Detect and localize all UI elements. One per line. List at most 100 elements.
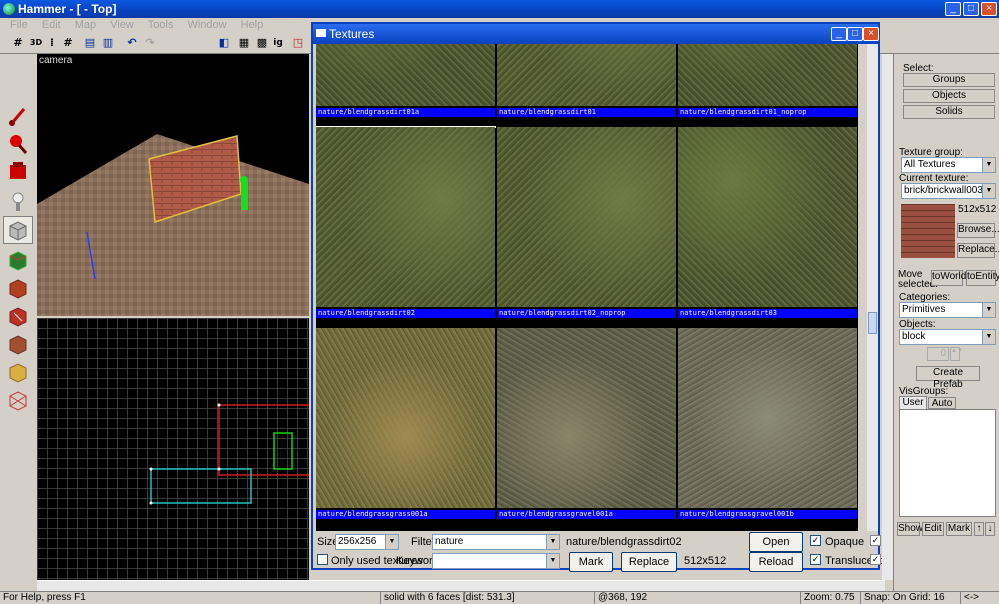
tab-auto[interactable]: Auto <box>928 397 956 409</box>
clipping-tool[interactable] <box>3 358 33 386</box>
texture-scale-icon[interactable]: ▩ <box>254 35 270 51</box>
app-titlebar: Hammer - [ - Top] <box>0 0 999 18</box>
select-solids-button[interactable]: Solids <box>903 105 995 119</box>
minimize-button[interactable]: _ <box>945 2 961 16</box>
block-tool[interactable] <box>3 216 33 244</box>
grid-icon[interactable]: # <box>10 35 26 51</box>
spin-arrows[interactable]: ▲▼ <box>950 347 963 361</box>
filter-value: nature <box>435 536 464 547</box>
undo-icon[interactable]: ↶ <box>124 35 140 51</box>
menu-help[interactable]: Help <box>241 19 264 31</box>
to-world-button[interactable]: toWorld <box>931 270 966 286</box>
chevron-down-icon: ▼ <box>982 330 995 344</box>
show-button[interactable]: Show <box>897 522 923 536</box>
visgroups-list[interactable] <box>899 409 996 517</box>
grid-dots-icon[interactable]: ⁞ <box>44 35 60 51</box>
texture-lock-icon[interactable]: ▦ <box>236 35 252 51</box>
browse-button[interactable]: Browse... <box>957 223 999 238</box>
translucent-checkbox[interactable]: ✓ <box>810 554 821 565</box>
status-coords: @368, 192 <box>594 592 647 604</box>
status-help: For Help, press F1 <box>3 592 86 603</box>
menu-file[interactable]: File <box>10 19 28 31</box>
current-texture-select[interactable]: brick/brickwall003a ▼ <box>901 183 996 199</box>
menu-edit[interactable]: Edit <box>42 19 61 31</box>
3d-grid-icon[interactable]: 3D <box>28 35 44 51</box>
size-select[interactable]: 256x256 ▼ <box>335 534 399 550</box>
apply-texture-tool[interactable] <box>3 274 33 302</box>
extra-checkbox-2[interactable]: ✓ <box>870 554 881 565</box>
categories-select[interactable]: Primitives ▼ <box>899 302 996 318</box>
size-value: 256x256 <box>338 536 377 547</box>
open-source-button[interactable]: Open Source <box>749 532 803 566</box>
camera-tool[interactable] <box>3 158 33 186</box>
mark-button[interactable]: Mark <box>569 552 613 572</box>
decal-tool[interactable] <box>3 302 33 330</box>
carve-icon[interactable]: ◧ <box>216 35 232 51</box>
textures-vertical-scrollbar[interactable] <box>867 44 878 531</box>
objects-select[interactable]: block ▼ <box>899 329 996 345</box>
hide-icon[interactable]: ◳ <box>290 35 306 51</box>
current-texture-dims: 512x512 <box>958 204 997 215</box>
grid-small-icon[interactable]: # <box>60 35 76 51</box>
texture-application-tool[interactable] <box>3 246 33 274</box>
chevron-down-icon: ▼ <box>982 158 995 172</box>
maximize-button[interactable]: □ <box>963 2 979 16</box>
objects-value: block <box>902 331 926 342</box>
tab-user[interactable]: User <box>899 396 927 409</box>
visgroup-mark-button[interactable]: Mark <box>946 522 972 536</box>
overlay-tool[interactable] <box>3 330 33 358</box>
selection-tool[interactable] <box>3 102 33 130</box>
textures-maximize-button[interactable]: □ <box>847 27 863 41</box>
textures-title: Textures <box>329 27 375 41</box>
select-groups-button[interactable]: Groups <box>903 73 995 87</box>
texture-name: nature/blendgrassgravel001b <box>678 510 857 519</box>
filter-combo[interactable]: nature ▼ <box>432 534 560 550</box>
ignore-groups-icon[interactable]: ig <box>270 35 286 51</box>
texture-name: nature/blendgrassdirt01a <box>316 108 495 117</box>
textures-minimize-button[interactable]: _ <box>831 27 847 41</box>
chevron-down-icon: ▼ <box>385 535 398 549</box>
chevron-down-icon: ▼ <box>546 554 559 568</box>
reload-button[interactable]: Reload <box>749 552 803 572</box>
menu-map[interactable]: Map <box>75 19 96 31</box>
camera-scene <box>37 134 309 316</box>
group-icon[interactable]: ▤ <box>82 35 98 51</box>
visgroup-edit-button[interactable]: Edit <box>922 522 944 536</box>
texture-replace-button[interactable]: Replace... <box>957 243 999 258</box>
create-prefab-button[interactable]: Create Prefab <box>916 366 980 390</box>
menu-view[interactable]: View <box>110 19 134 31</box>
to-entity-button[interactable]: toEntity <box>966 270 999 286</box>
opaque-checkbox[interactable]: ✓ <box>810 535 821 546</box>
textures-window: Textures _ □ × nature/blendgrassdirt01a … <box>311 22 882 572</box>
vertex-tool[interactable] <box>3 386 33 414</box>
ungroup-icon[interactable]: ▥ <box>100 35 116 51</box>
textures-close-button[interactable]: × <box>863 27 879 41</box>
close-button[interactable]: × <box>981 2 997 16</box>
viewport-horizontal-scrollbar[interactable] <box>37 580 885 591</box>
spin-value[interactable]: 0 <box>927 347 949 361</box>
status-selection: solid with 6 faces [dist: 531.3] <box>380 592 515 604</box>
chevron-down-icon: ▼ <box>546 535 559 549</box>
camera-viewport[interactable]: camera <box>37 54 309 316</box>
texture-name: nature/blendgrassdirt02_noprop <box>497 309 676 318</box>
scroll-thumb[interactable] <box>868 312 877 334</box>
app-title: Hammer - [ - Top] <box>18 2 117 16</box>
opaque-label: Opaque <box>825 536 865 548</box>
menu-window[interactable]: Window <box>187 19 226 31</box>
texture-name: nature/blendgrassdirt01_noprop <box>678 108 857 117</box>
entity-tool[interactable] <box>3 188 33 216</box>
replace-button[interactable]: Replace <box>621 552 677 572</box>
redo-icon[interactable]: ↷ <box>142 35 158 51</box>
magnify-tool[interactable] <box>3 130 33 158</box>
arrow-up-icon[interactable]: ↑ <box>974 522 984 536</box>
top-2d-viewport[interactable] <box>37 318 309 580</box>
extra-checkbox[interactable]: ✓ <box>870 535 881 546</box>
texture-group-select[interactable]: All Textures ▼ <box>901 157 996 173</box>
keywords-combo[interactable]: ▼ <box>432 553 560 569</box>
menu-tools[interactable]: Tools <box>148 19 174 31</box>
select-objects-button[interactable]: Objects <box>903 89 995 103</box>
current-texture-value: brick/brickwall003a <box>904 185 989 196</box>
grid-vertical-scrollbar[interactable] <box>882 54 893 580</box>
only-used-checkbox[interactable] <box>317 554 328 565</box>
arrow-down-icon[interactable]: ↓ <box>985 522 995 536</box>
